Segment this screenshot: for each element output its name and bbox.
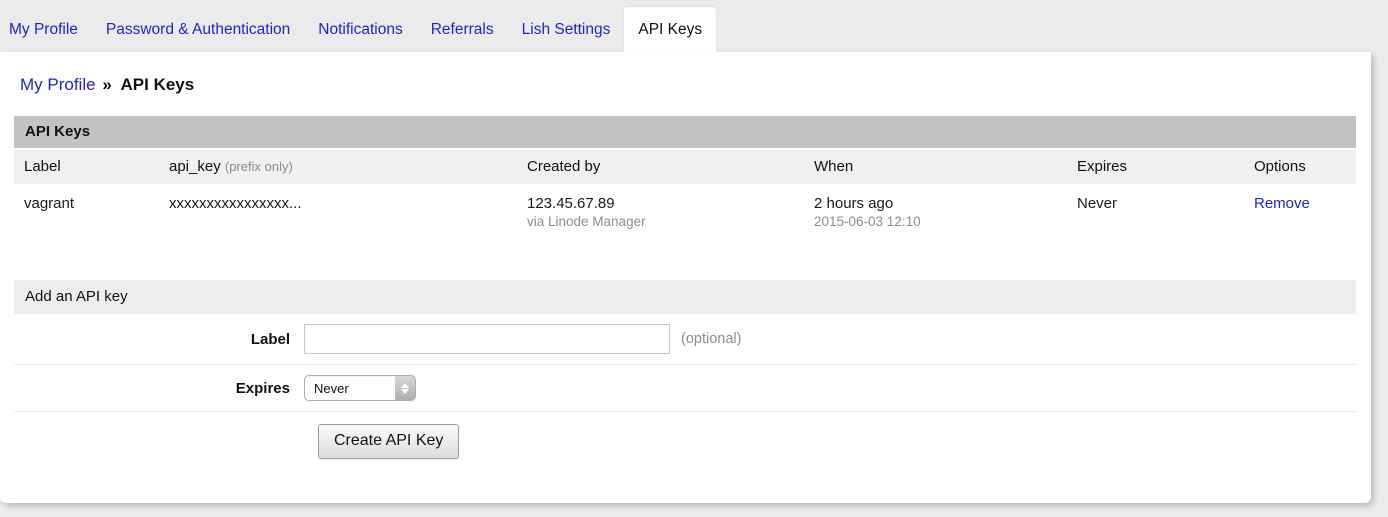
cell-options: Remove	[1244, 184, 1356, 238]
breadcrumb: My Profile » API Keys	[0, 52, 1371, 116]
api-keys-table-section: API Keys Label api_key (prefix only) Cre…	[14, 116, 1356, 238]
label-field-label: Label	[14, 331, 304, 348]
table-header-row: Label api_key (prefix only) Created by W…	[14, 150, 1356, 184]
cell-when: 2 hours ago 2015-06-03 12:10	[804, 184, 1067, 238]
select-stepper-icon	[395, 376, 415, 400]
add-api-key-section: Add an API key Label (optional) Expires …	[14, 280, 1356, 473]
remove-link[interactable]: Remove	[1254, 195, 1310, 212]
tab-password-authentication[interactable]: Password & Authentication	[92, 7, 304, 52]
cell-key-label: vagrant	[14, 184, 159, 238]
label-field-row: Label (optional)	[14, 314, 1356, 364]
cell-created-by: 123.45.67.89 via Linode Manager	[517, 184, 804, 238]
cell-api-key-prefix: xxxxxxxxxxxxxxxx...	[159, 184, 517, 238]
expires-field-label: Expires	[14, 380, 304, 397]
when-relative: 2 hours ago	[814, 195, 1057, 212]
column-header-options: Options	[1244, 150, 1356, 184]
cell-expires: Never	[1067, 184, 1244, 238]
tab-api-keys[interactable]: API Keys	[624, 7, 716, 52]
when-absolute: 2015-06-03 12:10	[814, 214, 1057, 229]
column-header-label: Label	[14, 150, 159, 184]
expires-selected-value: Never	[305, 376, 395, 400]
table-row: vagrant xxxxxxxxxxxxxxxx... 123.45.67.89…	[14, 184, 1356, 238]
tab-referrals[interactable]: Referrals	[417, 7, 508, 52]
column-header-when: When	[804, 150, 1067, 184]
created-by-ip: 123.45.67.89	[527, 195, 794, 212]
column-header-created-by: Created by	[517, 150, 804, 184]
tab-my-profile[interactable]: My Profile	[0, 7, 92, 52]
add-api-key-title: Add an API key	[14, 280, 1356, 314]
page-title: API Keys	[121, 75, 195, 94]
create-api-key-button[interactable]: Create API Key	[318, 424, 459, 459]
tab-notifications[interactable]: Notifications	[304, 7, 416, 52]
column-header-api-key: api_key (prefix only)	[159, 150, 517, 184]
api-key-prefix-note: (prefix only)	[225, 159, 293, 174]
label-input[interactable]	[304, 324, 670, 354]
content-panel: My Profile » API Keys API Keys Label api…	[0, 52, 1371, 503]
api-keys-table-title: API Keys	[14, 116, 1356, 148]
tab-lish-settings[interactable]: Lish Settings	[508, 7, 625, 52]
column-header-expires: Expires	[1067, 150, 1244, 184]
breadcrumb-my-profile-link[interactable]: My Profile	[20, 75, 96, 94]
profile-tabbar: My Profile Password & Authentication Not…	[0, 0, 1388, 52]
created-by-via: via Linode Manager	[527, 214, 794, 229]
expires-field-row: Expires Never	[14, 364, 1356, 411]
label-optional-note: (optional)	[681, 331, 741, 347]
breadcrumb-separator: »	[102, 75, 111, 94]
expires-select[interactable]: Never	[304, 375, 416, 401]
submit-row: Create API Key	[14, 411, 1356, 473]
api-keys-table: Label api_key (prefix only) Created by W…	[14, 150, 1356, 238]
